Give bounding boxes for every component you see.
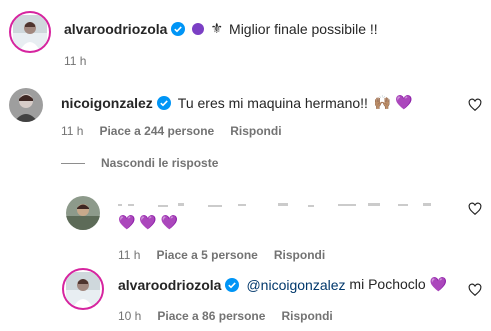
- verified-badge-icon: [171, 21, 186, 36]
- likes-count[interactable]: Piace a 244 persone: [99, 124, 214, 138]
- verified-badge-icon: [225, 277, 240, 292]
- comment-header: alvaroodriozola @nicoigonzalez mi Pochoc…: [118, 276, 447, 293]
- avatar-photo: [9, 88, 43, 122]
- heart-icon[interactable]: [468, 202, 482, 216]
- emoji-text: 💜 💜 💜: [118, 214, 179, 230]
- timestamp: 10 h: [118, 309, 142, 323]
- likes-count[interactable]: Piace a 5 persone: [156, 248, 257, 262]
- likes-count[interactable]: Piace a 86 persone: [157, 309, 265, 323]
- avatar-photo: [13, 15, 47, 49]
- comment-header: nicoigonzalez Tu eres mi maquina hermano…: [61, 94, 413, 111]
- obscured-text-marks: [118, 203, 431, 207]
- username[interactable]: alvaroodriozola: [118, 277, 221, 293]
- avatar-photo: [66, 272, 100, 306]
- heart-icon[interactable]: [468, 283, 482, 297]
- comment-meta: 11 h Piace a 5 persone Rispondi: [118, 248, 341, 262]
- timestamp: 11 h: [64, 54, 87, 68]
- mention-link[interactable]: @nicoigonzalez: [246, 277, 345, 293]
- reply-button[interactable]: Rispondi: [274, 248, 325, 262]
- avatar[interactable]: [62, 268, 104, 310]
- avatar[interactable]: [9, 11, 51, 53]
- comment-header: 💜 💜 💜: [118, 214, 178, 231]
- comment-text: Tu eres mi maquina hermano!!: [177, 94, 368, 111]
- heart-icon[interactable]: [468, 98, 482, 112]
- reply-button[interactable]: Rispondi: [230, 124, 281, 138]
- reply-button[interactable]: Rispondi: [281, 309, 332, 323]
- comment-text: Miglior finale possibile !!: [229, 20, 378, 37]
- avatar[interactable]: [9, 88, 43, 122]
- comment-meta: 11 h Piace a 244 persone Rispondi: [61, 124, 298, 138]
- emoji-text: 🙌🏽 💜: [373, 94, 413, 110]
- username[interactable]: nicoigonzalez: [61, 95, 153, 111]
- timestamp: 11 h: [61, 124, 84, 138]
- comment-header: alvaroodriozola ⚜ Miglior finale possibi…: [64, 20, 378, 37]
- avatar[interactable]: [66, 196, 100, 230]
- purple-circle-emoji: [192, 22, 205, 35]
- comment-meta: 11 h: [64, 54, 102, 68]
- avatar-photo: [66, 196, 100, 230]
- comment-meta: 10 h Piace a 86 persone Rispondi: [118, 309, 349, 323]
- divider-line: [61, 163, 85, 164]
- obscured-comment-text: [118, 198, 438, 212]
- toggle-replies-button[interactable]: Nascondi le risposte: [101, 156, 234, 170]
- comment-text: mi Pochoclo 💜: [345, 276, 447, 292]
- verified-badge-icon: [156, 95, 171, 110]
- fleur-de-lis-emoji: ⚜: [210, 20, 224, 36]
- toggle-replies-label: Nascondi le risposte: [101, 156, 219, 170]
- username[interactable]: alvaroodriozola: [64, 21, 167, 37]
- timestamp: 11 h: [118, 248, 141, 262]
